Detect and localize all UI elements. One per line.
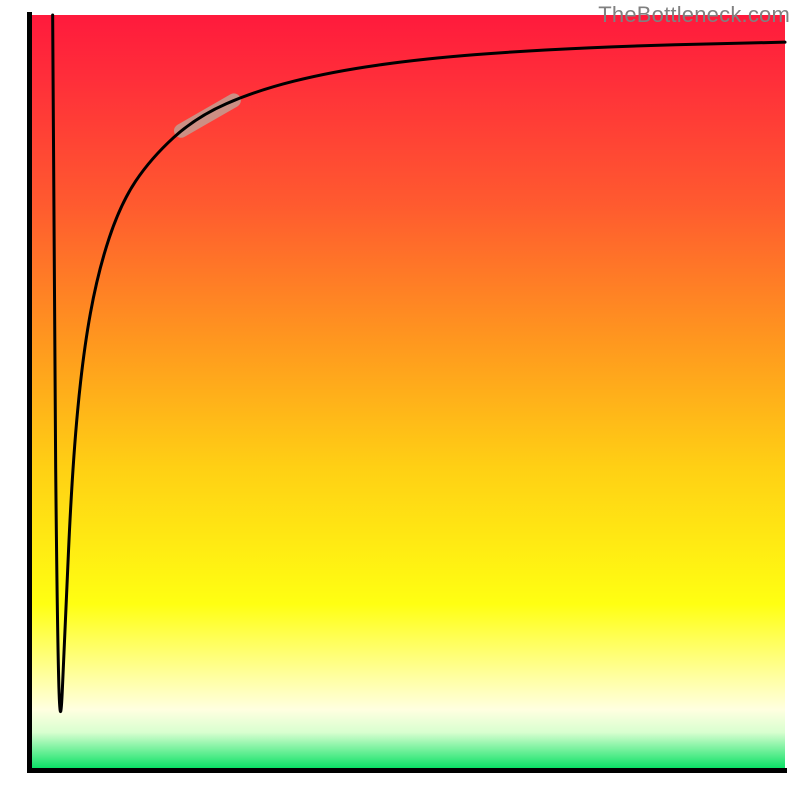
chart-stage: TheBottleneck.com <box>0 0 800 800</box>
bottleneck-curve <box>53 15 785 712</box>
curve-layer <box>30 15 785 770</box>
watermark-text: TheBottleneck.com <box>598 2 790 28</box>
